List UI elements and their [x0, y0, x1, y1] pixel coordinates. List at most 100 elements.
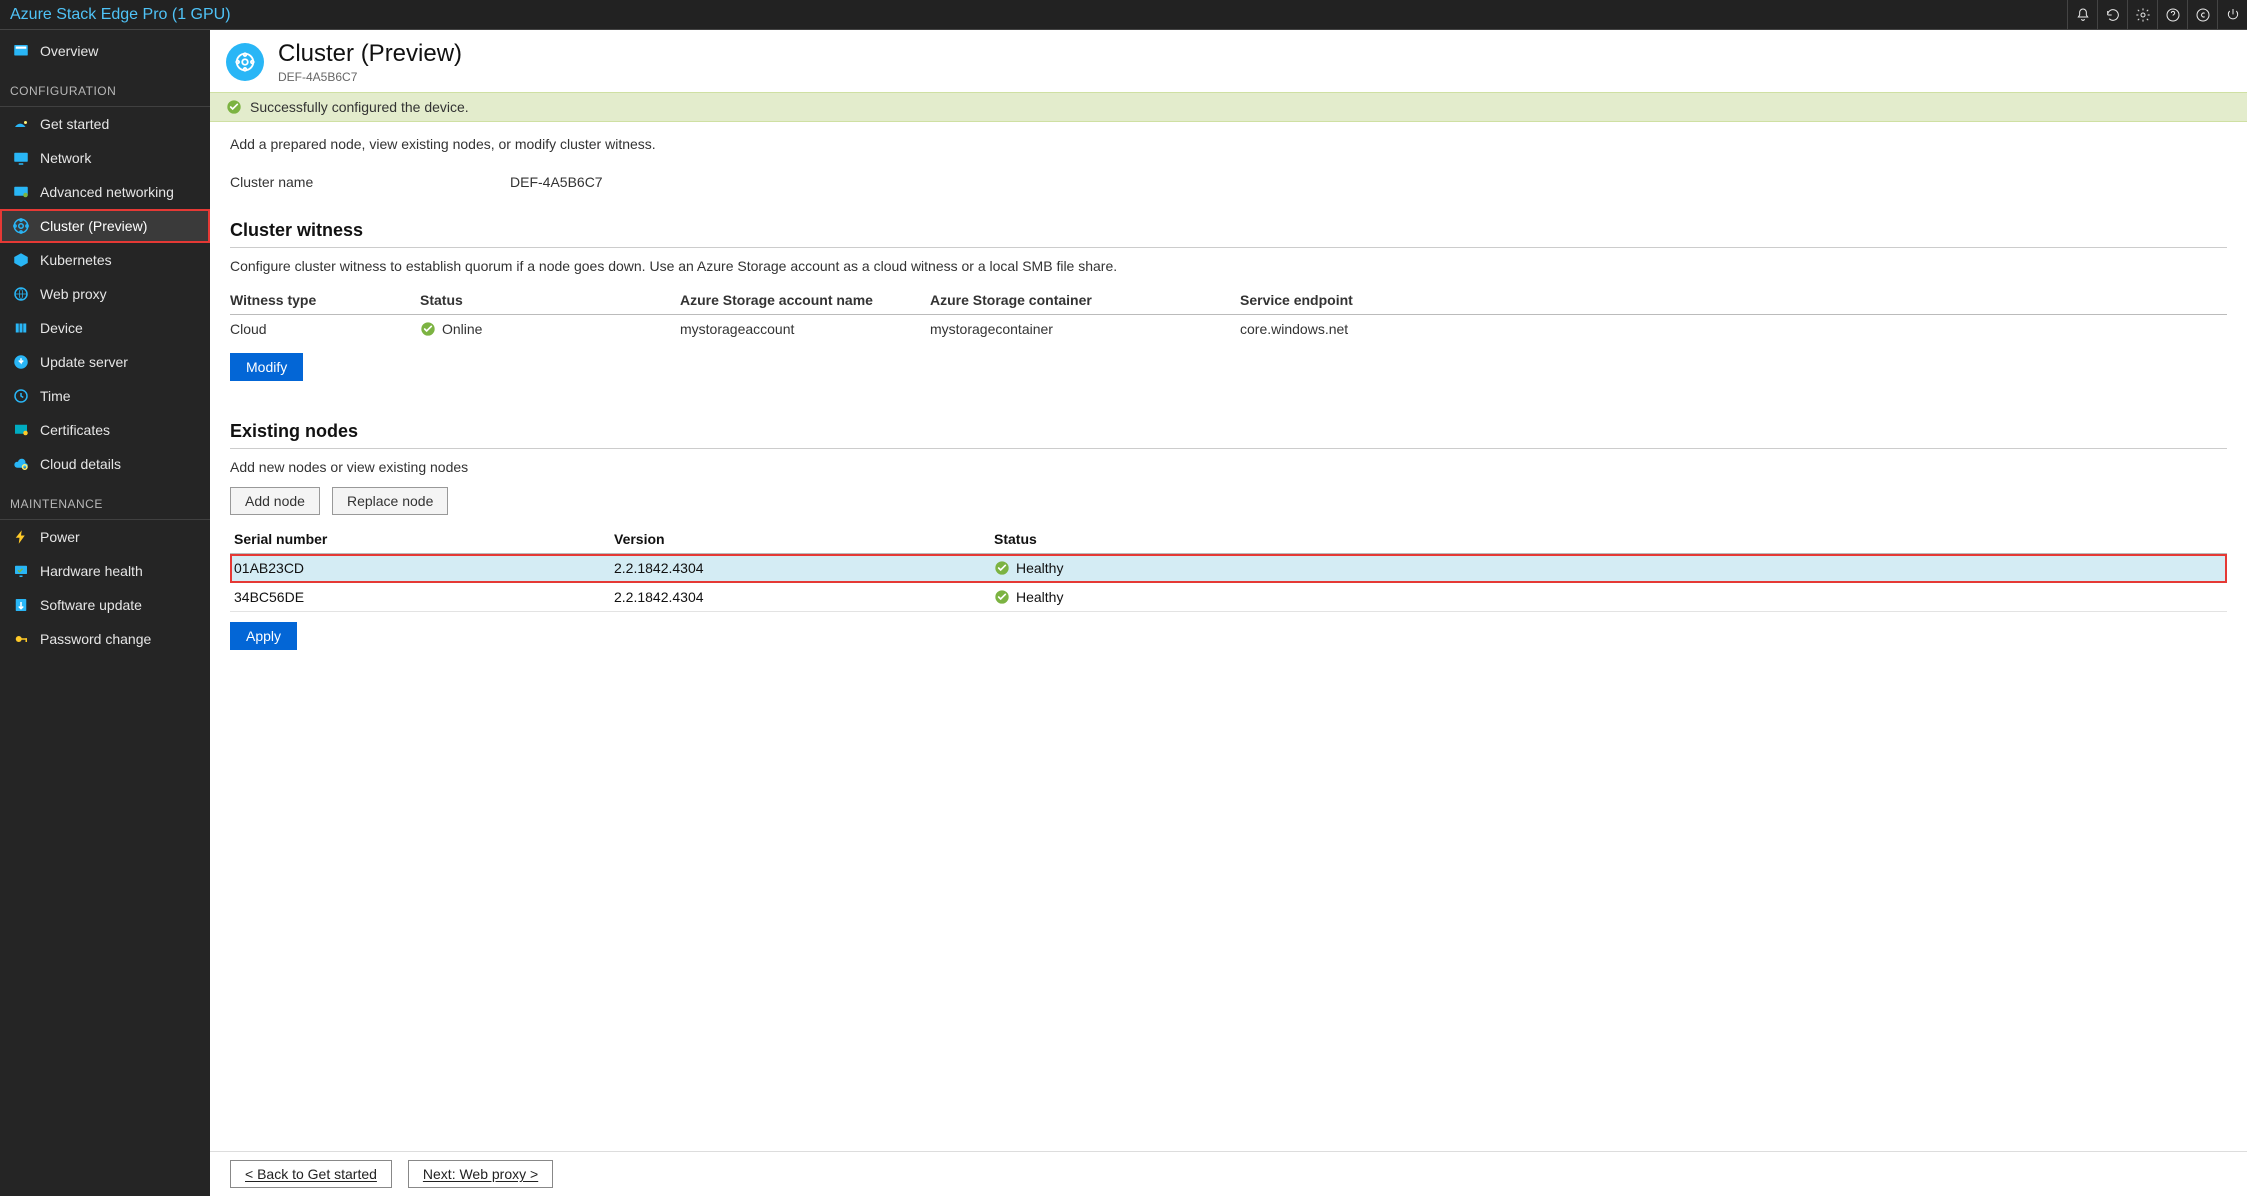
node-status: Healthy [1016, 589, 1063, 605]
sidebar-item-hardware-health[interactable]: Hardware health [0, 554, 210, 588]
sidebar-item-update-server[interactable]: Update server [0, 345, 210, 379]
nodes-col-status: Status [994, 531, 2223, 547]
page-intro: Add a prepared node, view existing nodes… [230, 136, 2227, 152]
next-link[interactable]: Next: Web proxy > [408, 1160, 553, 1188]
node-status: Healthy [1016, 560, 1063, 576]
web-proxy-icon [12, 285, 30, 303]
sidebar-item-label: Kubernetes [40, 252, 112, 268]
cloud-details-icon [12, 455, 30, 473]
power-icon [12, 528, 30, 546]
node-serial: 34BC56DE [234, 589, 614, 605]
cluster-name-label: Cluster name [230, 174, 510, 190]
network-icon [12, 149, 30, 167]
sidebar-item-label: Hardware health [40, 563, 143, 579]
refresh-icon[interactable] [2097, 0, 2127, 30]
replace-node-button[interactable]: Replace node [332, 487, 448, 515]
kubernetes-icon [12, 251, 30, 269]
divider [230, 448, 2227, 449]
witness-col-endpoint: Service endpoint [1240, 292, 2227, 308]
witness-container-value: mystoragecontainer [930, 321, 1240, 337]
sidebar-item-label: Cloud details [40, 456, 121, 472]
nodes-table: Serial number Version Status 01AB23CD2.2… [230, 525, 2227, 612]
node-serial: 01AB23CD [234, 560, 614, 576]
table-row[interactable]: 34BC56DE2.2.1842.4304 Healthy [230, 583, 2227, 612]
check-icon [226, 99, 242, 115]
cluster-name-row: Cluster name DEF-4A5B6C7 [230, 174, 2227, 190]
add-node-button[interactable]: Add node [230, 487, 320, 515]
sidebar-item-label: Software update [40, 597, 142, 613]
sidebar-item-power[interactable]: Power [0, 520, 210, 554]
time-icon [12, 387, 30, 405]
sidebar-item-advanced-networking[interactable]: Advanced networking [0, 175, 210, 209]
copyright-icon[interactable] [2187, 0, 2217, 30]
node-version: 2.2.1842.4304 [614, 560, 994, 576]
cluster-name-value: DEF-4A5B6C7 [510, 174, 603, 190]
table-row[interactable]: 01AB23CD2.2.1842.4304 Healthy [230, 554, 2227, 583]
page-title: Cluster (Preview) [278, 40, 462, 68]
app-title: Azure Stack Edge Pro (1 GPU) [0, 6, 241, 24]
witness-account-value: mystorageaccount [680, 321, 930, 337]
nodes-section-title: Existing nodes [230, 421, 2227, 442]
sidebar-item-label: Time [40, 388, 71, 404]
sidebar-item-software-update[interactable]: Software update [0, 588, 210, 622]
hardware-health-icon [12, 562, 30, 580]
help-icon[interactable] [2157, 0, 2187, 30]
banner-text: Successfully configured the device. [250, 99, 469, 115]
witness-endpoint-value: core.windows.net [1240, 321, 2227, 337]
witness-col-status: Status [420, 292, 680, 308]
witness-col-type: Witness type [230, 292, 420, 308]
sidebar-item-label: Web proxy [40, 286, 107, 302]
sidebar-item-label: Advanced networking [40, 184, 174, 200]
software-update-icon [12, 596, 30, 614]
nodes-col-serial: Serial number [234, 531, 614, 547]
nodes-desc: Add new nodes or view existing nodes [230, 459, 2227, 475]
device-icon [12, 319, 30, 337]
witness-table: Witness type Status Azure Storage accoun… [230, 286, 2227, 343]
witness-col-container: Azure Storage container [930, 292, 1240, 308]
topbar: Azure Stack Edge Pro (1 GPU) [0, 0, 2247, 30]
modify-button[interactable]: Modify [230, 353, 303, 381]
page-subtitle: DEF-4A5B6C7 [278, 70, 462, 84]
node-version: 2.2.1842.4304 [614, 589, 994, 605]
check-icon [994, 560, 1010, 576]
sidebar-item-web-proxy[interactable]: Web proxy [0, 277, 210, 311]
sidebar-section-configuration: CONFIGURATION [0, 68, 210, 107]
check-icon [994, 589, 1010, 605]
sidebar-item-cluster[interactable]: Cluster (Preview) [0, 209, 210, 243]
sidebar-item-device[interactable]: Device [0, 311, 210, 345]
cluster-icon [226, 43, 264, 81]
back-link[interactable]: < Back to Get started [230, 1160, 392, 1188]
main: Cluster (Preview) DEF-4A5B6C7 Successful… [210, 30, 2247, 1196]
cluster-icon [12, 217, 30, 235]
sidebar-item-kubernetes[interactable]: Kubernetes [0, 243, 210, 277]
sidebar-item-time[interactable]: Time [0, 379, 210, 413]
sidebar-item-certificates[interactable]: Certificates [0, 413, 210, 447]
check-icon [420, 321, 436, 337]
sidebar-section-maintenance: MAINTENANCE [0, 481, 210, 520]
sidebar-item-label: Cluster (Preview) [40, 218, 147, 234]
apply-button[interactable]: Apply [230, 622, 297, 650]
power-icon[interactable] [2217, 0, 2247, 30]
sidebar-item-label: Update server [40, 354, 128, 370]
update-server-icon [12, 353, 30, 371]
sidebar: Overview CONFIGURATION Get startedNetwor… [0, 30, 210, 1196]
sidebar-item-get-started[interactable]: Get started [0, 107, 210, 141]
advanced-networking-icon [12, 183, 30, 201]
sidebar-item-label: Certificates [40, 422, 110, 438]
certificates-icon [12, 421, 30, 439]
sidebar-item-overview[interactable]: Overview [0, 34, 210, 68]
get-started-icon [12, 115, 30, 133]
divider [230, 247, 2227, 248]
sidebar-item-label: Overview [40, 43, 98, 59]
success-banner: Successfully configured the device. [210, 92, 2247, 122]
bell-icon[interactable] [2067, 0, 2097, 30]
nodes-col-version: Version [614, 531, 994, 547]
witness-section-title: Cluster witness [230, 220, 2227, 241]
sidebar-item-network[interactable]: Network [0, 141, 210, 175]
gear-icon[interactable] [2127, 0, 2157, 30]
page-header: Cluster (Preview) DEF-4A5B6C7 [210, 30, 2247, 92]
sidebar-item-cloud-details[interactable]: Cloud details [0, 447, 210, 481]
sidebar-item-password-change[interactable]: Password change [0, 622, 210, 656]
overview-icon [12, 42, 30, 60]
witness-col-account: Azure Storage account name [680, 292, 930, 308]
